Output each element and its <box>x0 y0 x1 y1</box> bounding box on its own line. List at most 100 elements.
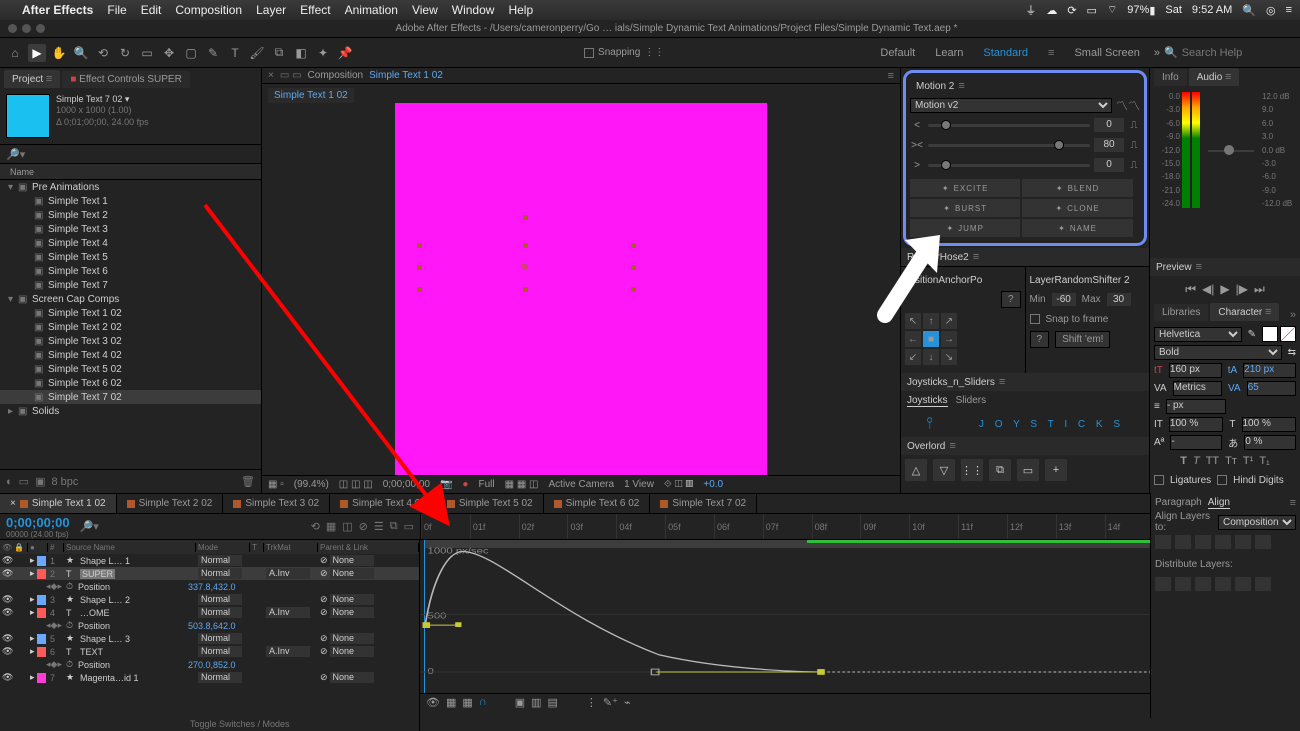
menu-window[interactable]: Window <box>452 3 495 17</box>
align-target[interactable]: Composition <box>1218 515 1296 530</box>
workspace-learn[interactable]: Learn <box>935 47 963 59</box>
menu-effect[interactable]: Effect <box>300 3 330 17</box>
joysticks-tab[interactable]: Joysticks <box>907 395 948 407</box>
anchor-grid[interactable]: ↖↑↗←■→↙↓↘ <box>905 313 1021 365</box>
project-comp[interactable]: ▣Simple Text 2 02 <box>0 320 261 334</box>
flowchart-tab[interactable]: Simple Text 1 02 <box>268 88 354 103</box>
project-column-header[interactable]: Name <box>0 164 261 180</box>
overlord-opts-icon[interactable]: ⋮⋮ <box>961 459 983 481</box>
motion-clone-button[interactable]: ✦CLONE <box>1022 199 1132 217</box>
timeline-tab[interactable]: Simple Text 6 02 <box>544 494 651 513</box>
tab-project[interactable]: Project ≡ <box>4 70 60 88</box>
workspace-standard[interactable]: Standard <box>983 47 1028 59</box>
new-folder-icon[interactable]: ▭ <box>19 475 29 488</box>
char-overflow-icon[interactable]: » <box>1290 309 1296 321</box>
status-search-icon[interactable]: 🔍 <box>1242 4 1256 17</box>
tsume[interactable]: 0 % <box>1244 435 1296 450</box>
selection-tool[interactable]: ▶ <box>28 44 46 62</box>
tab-libraries[interactable]: Libraries <box>1154 304 1208 321</box>
viewer-zoom[interactable]: (99.4%) <box>294 479 329 490</box>
new-comp-icon[interactable]: ▣ <box>35 475 45 488</box>
motion-link-icon[interactable]: ⎍ <box>1128 140 1140 151</box>
eyedropper-icon[interactable]: ✎ <box>1248 329 1256 340</box>
comp-close-icon[interactable]: × <box>268 70 274 81</box>
anchor-point-icon[interactable]: ⊕ <box>520 262 528 273</box>
viewer-views[interactable]: 1 View <box>624 479 654 490</box>
faux-bold[interactable]: T <box>1180 455 1187 467</box>
viewer-time[interactable]: 0;00;00;00 <box>383 479 430 490</box>
joysticks-header[interactable]: Joysticks_n_Sliders ≡ <box>901 373 1149 391</box>
app-name[interactable]: After Effects <box>22 3 93 17</box>
motion-jump-button[interactable]: ✦JUMP <box>910 219 1020 237</box>
timeline-tab[interactable]: Simple Text 3 02 <box>223 494 330 513</box>
project-folder[interactable]: ▸▣Solids <box>0 404 261 418</box>
shifter-help-button[interactable]: ? <box>1030 331 1050 348</box>
project-comp[interactable]: ▣Simple Text 6 02 <box>0 376 261 390</box>
viewer-res-icon[interactable]: ◫ ◫ ◫ <box>339 479 373 490</box>
ge-auto-icon[interactable]: ▤ <box>548 696 558 709</box>
layer-property[interactable]: ◂◆▸⏱Position503.8,642.0 <box>0 619 419 632</box>
timeline-layer[interactable]: 👁 ▸ 4T…OMENormalA.Inv⊘ None <box>0 606 419 619</box>
roto-tool[interactable]: ✦ <box>314 44 332 62</box>
overlord-push-icon[interactable]: △ <box>905 459 927 481</box>
ge-smooth-icon[interactable]: ⌁ <box>624 696 631 709</box>
menu-file[interactable]: File <box>107 3 126 17</box>
project-comp[interactable]: ▣Simple Text 4 02 <box>0 348 261 362</box>
tab-paragraph[interactable]: Paragraph <box>1155 497 1202 509</box>
timeline-layer[interactable]: 👁 ▸ 3★Shape L… 2Normal⊘ None <box>0 593 419 606</box>
timeline-layer[interactable]: 👁 ▸ 1★Shape L… 1Normal⊘ None <box>0 554 419 567</box>
ligatures-checkbox[interactable] <box>1154 475 1164 485</box>
project-folder[interactable]: ▾▣Screen Cap Comps <box>0 292 261 306</box>
tl-aec-icon[interactable]: ⧉ <box>390 520 398 533</box>
tab-effect-controls[interactable]: ■ Effect Controls SUPER <box>62 71 189 88</box>
snap-checkbox[interactable] <box>1030 314 1040 324</box>
project-search[interactable]: 🔎▾ <box>0 144 261 164</box>
menu-animation[interactable]: Animation <box>345 3 398 17</box>
tl-shy-icon[interactable]: ⟲ <box>311 520 320 533</box>
home-button[interactable]: ⌂ <box>6 44 24 62</box>
bbox-handle[interactable] <box>523 215 528 220</box>
overlord-link-icon[interactable]: ⧉ <box>989 459 1011 481</box>
composition-canvas[interactable]: ⊕ <box>395 103 767 475</box>
kerning[interactable]: Metrics <box>1173 381 1222 396</box>
motion-link-icon[interactable]: ⎍ <box>1128 120 1140 131</box>
ge-eye-icon[interactable]: 👁 <box>426 696 440 709</box>
window-zoom-button[interactable] <box>36 24 45 33</box>
align-buttons[interactable] <box>1155 535 1296 549</box>
ge-sep-icon[interactable]: ⋮ <box>586 696 597 709</box>
shifter-min[interactable]: -60 <box>1052 293 1076 306</box>
bbox-handle[interactable] <box>417 287 422 292</box>
bbox-handle[interactable] <box>631 287 636 292</box>
overlord-header[interactable]: Overlord ≡ <box>901 437 1149 455</box>
project-comp[interactable]: ▣Simple Text 7 <box>0 278 261 292</box>
font-family[interactable]: Helvetica <box>1154 327 1242 342</box>
channel-icon[interactable]: ● <box>462 479 468 490</box>
hand-tool[interactable]: ✋ <box>50 44 68 62</box>
workspace-smallscreen[interactable]: Small Screen <box>1074 47 1139 59</box>
motion-name-button[interactable]: ✦NAME <box>1022 219 1132 237</box>
project-comp[interactable]: ▣Simple Text 1 <box>0 194 261 208</box>
trash-icon[interactable]: 🗑 <box>241 475 255 488</box>
timeline-layer[interactable]: 👁 ▸ 6TTEXTNormalA.Inv⊘ None <box>0 645 419 658</box>
viewer-grid-icon[interactable]: ▦ ▦ ◫ <box>505 479 539 490</box>
status-menu-icon[interactable]: ≡ <box>1286 4 1292 16</box>
bbox-handle[interactable] <box>417 243 422 248</box>
tab-info[interactable]: Info <box>1154 69 1187 86</box>
ge-grid-icon[interactable]: ▦ <box>462 696 472 709</box>
timeline-layer[interactable]: 👁 ▸ 2TSUPERNormalA.Inv⊘ None <box>0 567 419 580</box>
font-size[interactable]: 160 px <box>1169 363 1222 378</box>
viewer-toggle-alpha-icon[interactable]: ▦ ▫ <box>268 479 284 490</box>
motion-value[interactable]: 0 <box>1094 158 1124 172</box>
shifter-shift-button[interactable]: Shift 'em! <box>1055 331 1110 348</box>
menu-layer[interactable]: Layer <box>256 3 286 17</box>
project-comp[interactable]: ▣Simple Text 5 02 <box>0 362 261 376</box>
tab-align[interactable]: Align <box>1208 497 1230 509</box>
leading[interactable]: 210 px <box>1243 363 1296 378</box>
menu-edit[interactable]: Edit <box>141 3 162 17</box>
menu-view[interactable]: View <box>412 3 438 17</box>
bbox-handle[interactable] <box>523 243 528 248</box>
timeline-tab[interactable]: × Simple Text 1 02 <box>0 494 117 513</box>
toggle-switches-modes[interactable]: Toggle Switches / Modes <box>190 719 290 729</box>
motion-blend-button[interactable]: ✦BLEND <box>1022 179 1132 197</box>
superscript[interactable]: T¹ <box>1243 455 1253 467</box>
